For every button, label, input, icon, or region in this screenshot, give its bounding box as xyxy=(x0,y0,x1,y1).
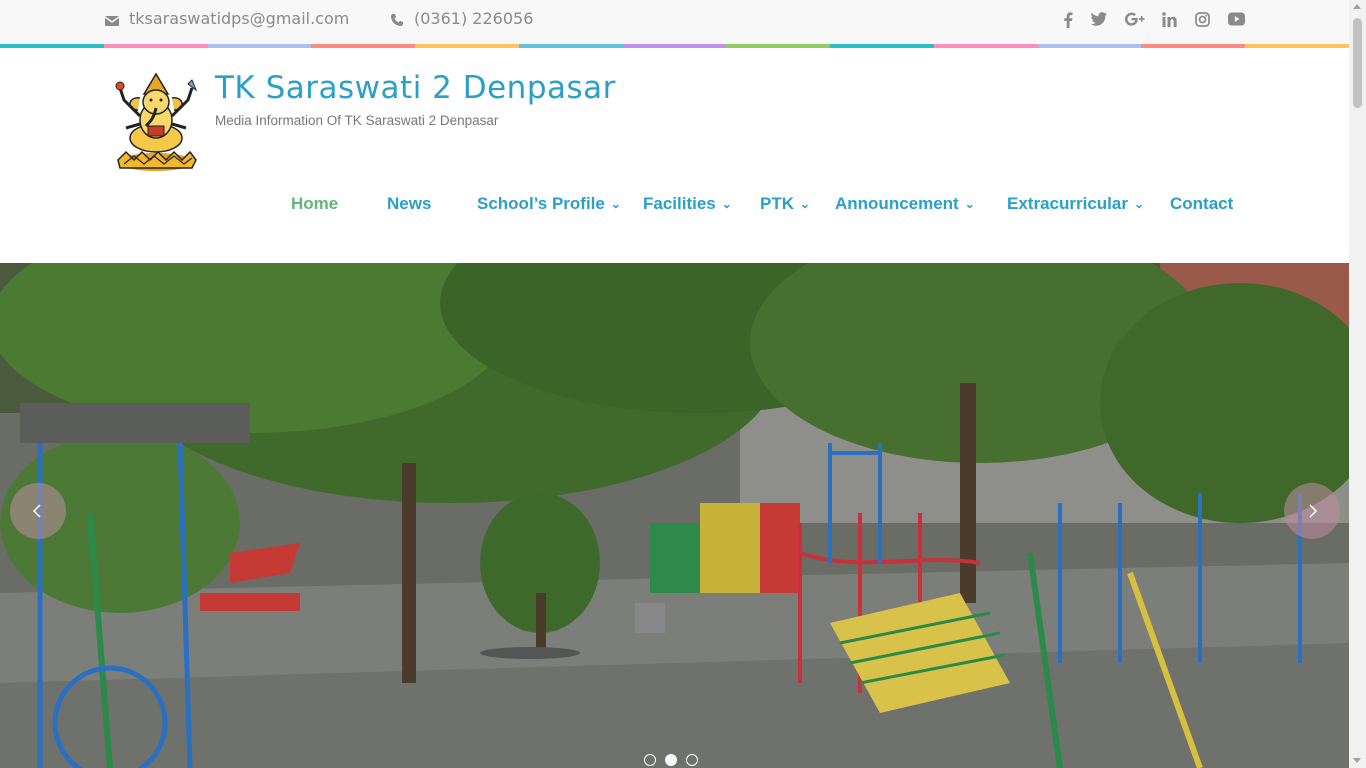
nav-facilities-label: Facilities xyxy=(643,194,716,213)
stripe-segment xyxy=(1245,44,1349,48)
twitter-icon[interactable] xyxy=(1091,12,1107,26)
envelope-icon xyxy=(104,9,129,28)
page-scrollbar[interactable] xyxy=(1349,0,1366,768)
nav-news-label: News xyxy=(387,194,432,213)
youtube-icon[interactable] xyxy=(1228,12,1245,26)
chevron-right-icon xyxy=(1309,504,1318,518)
phone-contact[interactable]: (0361) 226056 xyxy=(390,9,533,28)
stripe-segment xyxy=(207,44,312,48)
playground-photo xyxy=(0,263,1349,768)
slider-dot[interactable] xyxy=(686,754,698,766)
nav-school-profile[interactable]: School’s Profile ⌄ xyxy=(477,194,621,214)
top-bar: tksaraswatidps@gmail.com (0361) 226056 xyxy=(0,0,1349,44)
nav-home[interactable]: Home xyxy=(291,194,338,214)
nav-announcement-label: Announcement xyxy=(835,194,959,213)
chevron-left-icon xyxy=(32,504,41,518)
hero-slider xyxy=(0,263,1349,768)
nav-school-profile-label: School’s Profile xyxy=(477,194,605,213)
chevron-down-icon: ⌄ xyxy=(610,197,621,211)
stripe-segment xyxy=(415,44,519,48)
google-plus-icon[interactable] xyxy=(1125,12,1145,26)
nav-ptk[interactable]: PTK ⌄ xyxy=(760,194,810,214)
page: tksaraswatidps@gmail.com (0361) 226056 T… xyxy=(0,0,1349,768)
scroll-down-arrow-icon[interactable] xyxy=(1353,758,1361,763)
nav-extracurricular[interactable]: Extracurricular ⌄ xyxy=(1007,194,1144,214)
scrollbar-thumb[interactable] xyxy=(1353,18,1362,108)
slider-prev-button[interactable] xyxy=(10,483,66,539)
stripe-segment xyxy=(933,44,1038,48)
chevron-down-icon: ⌄ xyxy=(1133,197,1145,211)
nav-contact[interactable]: Contact xyxy=(1170,194,1233,214)
site-title[interactable]: TK Saraswati 2 Denpasar xyxy=(215,70,616,106)
nav-announcement[interactable]: Announcement ⌄ xyxy=(835,194,975,214)
stripe-segment xyxy=(830,44,934,48)
instagram-icon[interactable] xyxy=(1195,12,1210,27)
phone-text: (0361) 226056 xyxy=(414,9,534,28)
email-contact[interactable]: tksaraswatidps@gmail.com xyxy=(104,9,350,28)
nav-ptk-label: PTK xyxy=(760,194,794,213)
site-tagline: Media Information Of TK Saraswati 2 Denp… xyxy=(215,113,499,128)
stripe-segment xyxy=(311,44,416,48)
stripe-segment xyxy=(0,44,104,48)
linkedin-icon[interactable] xyxy=(1162,12,1177,27)
nav-extracurricular-label: Extracurricular xyxy=(1007,194,1128,213)
slider-dot[interactable] xyxy=(644,754,656,766)
color-stripe-divider xyxy=(0,44,1349,48)
phone-icon xyxy=(390,9,414,28)
nav-home-label: Home xyxy=(291,194,339,213)
chevron-down-icon: ⌄ xyxy=(964,197,975,211)
scroll-up-arrow-icon[interactable] xyxy=(1353,4,1361,9)
stripe-segment xyxy=(726,44,831,48)
facebook-icon[interactable] xyxy=(1063,12,1073,28)
stripe-segment xyxy=(103,44,208,48)
stripe-segment xyxy=(622,44,727,48)
nav-news[interactable]: News xyxy=(387,194,431,214)
stripe-segment xyxy=(518,44,623,48)
chevron-down-icon: ⌄ xyxy=(721,197,732,211)
main-navigation: Home News School’s Profile ⌄ Facilities ⌄ … xyxy=(0,194,1349,218)
nav-facilities[interactable]: Facilities ⌄ xyxy=(643,194,732,214)
slider-pagination xyxy=(644,754,698,768)
slider-dot[interactable] xyxy=(665,754,677,766)
chevron-down-icon: ⌄ xyxy=(800,197,811,211)
site-logo[interactable] xyxy=(114,70,198,174)
nav-contact-label: Contact xyxy=(1170,194,1234,213)
stripe-segment xyxy=(1037,44,1142,48)
email-text: tksaraswatidps@gmail.com xyxy=(129,9,350,28)
slider-next-button[interactable] xyxy=(1284,483,1340,539)
stripe-segment xyxy=(1141,44,1246,48)
